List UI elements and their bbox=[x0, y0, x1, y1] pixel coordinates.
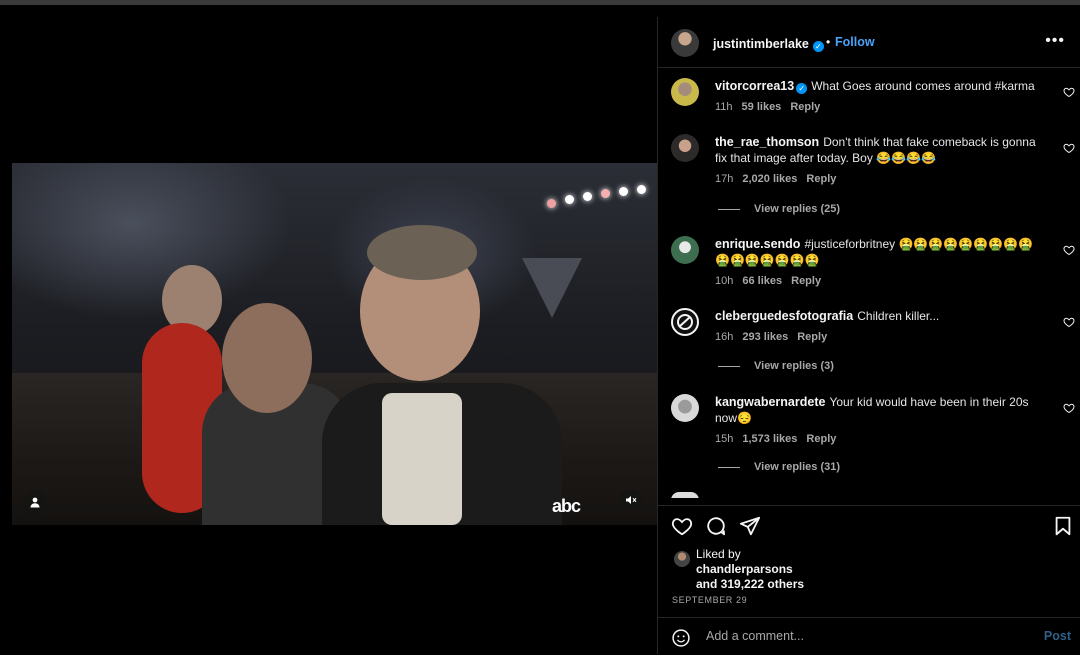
comment-text: What Goes around comes around #karma bbox=[811, 79, 1035, 93]
comment-avatar[interactable] bbox=[671, 308, 699, 336]
reply-button[interactable]: Reply bbox=[790, 101, 820, 113]
emoji-icon[interactable] bbox=[671, 628, 691, 648]
comment-avatar[interactable] bbox=[671, 236, 699, 264]
camera-lens-icon bbox=[677, 314, 693, 330]
comment-username[interactable]: the_rae_thomson bbox=[715, 135, 819, 149]
liked-by-avatar[interactable] bbox=[674, 551, 690, 567]
comment-meta: 10h 66 likes Reply bbox=[715, 273, 1045, 289]
add-comment-input[interactable]: Add a comment... bbox=[706, 629, 804, 643]
video-person-main-hair bbox=[367, 225, 477, 280]
comments-list[interactable]: vitorcorrea13 ✓ What Goes around comes aro… bbox=[658, 68, 1080, 498]
comment-input-bar: Add a comment... Post bbox=[658, 617, 1080, 655]
like-heart-icon[interactable] bbox=[671, 515, 693, 537]
view-replies-label: View replies (3) bbox=[754, 360, 834, 372]
comment-likes[interactable]: 66 likes bbox=[742, 275, 782, 287]
author-avatar[interactable] bbox=[671, 29, 699, 57]
reply-button[interactable]: Reply bbox=[806, 173, 836, 185]
follow-button[interactable]: Follow bbox=[835, 35, 875, 49]
like-comment-heart-icon[interactable] bbox=[1063, 316, 1075, 328]
likes-count[interactable]: and 319,222 others bbox=[696, 577, 804, 591]
verified-badge-icon: ✓ bbox=[796, 83, 808, 94]
more-options-icon[interactable]: ••• bbox=[1045, 32, 1065, 50]
comment-username[interactable]: cleberguedesfotografia bbox=[715, 309, 853, 323]
post-button[interactable]: Post bbox=[1044, 629, 1071, 643]
like-comment-heart-icon[interactable] bbox=[1063, 142, 1075, 154]
author-name-group: justintimberlake ✓ bbox=[713, 35, 824, 53]
video-stage-lights bbox=[547, 185, 657, 215]
comment-likes[interactable]: 59 likes bbox=[742, 101, 782, 113]
comment-time: 15h bbox=[715, 433, 734, 445]
mute-icon[interactable] bbox=[620, 489, 642, 511]
reply-button[interactable]: Reply bbox=[797, 331, 827, 343]
comment-bubble-icon[interactable] bbox=[705, 515, 727, 537]
comment-likes[interactable]: 293 likes bbox=[742, 331, 788, 343]
comment-username[interactable]: kangwabernardete bbox=[715, 395, 825, 409]
comment-username[interactable]: enrique.sendo bbox=[715, 237, 800, 251]
video-player[interactable]: abc bbox=[12, 163, 657, 525]
comment-avatar-partial bbox=[671, 492, 699, 498]
comment-time: 17h bbox=[715, 173, 734, 185]
like-comment-heart-icon[interactable] bbox=[1063, 86, 1075, 98]
comment-time: 16h bbox=[715, 331, 734, 343]
comment-body: enrique.sendo #justiceforbritney 🤮🤮🤮🤮🤮🤮🤮🤮… bbox=[715, 236, 1045, 289]
comment-time: 10h bbox=[715, 275, 734, 287]
comment-meta: 11h 59 likes Reply bbox=[715, 99, 1045, 115]
comment-body: cleberguedesfotografia Children killer...… bbox=[715, 308, 1045, 345]
video-banner bbox=[522, 258, 582, 318]
save-bookmark-icon[interactable] bbox=[1052, 515, 1074, 537]
share-send-icon[interactable] bbox=[739, 515, 761, 537]
view-replies-button[interactable]: View replies (3) bbox=[718, 360, 834, 372]
liked-by-label: Liked by bbox=[696, 547, 741, 561]
comment-avatar[interactable] bbox=[671, 134, 699, 162]
liked-by-user[interactable]: chandlerparsons bbox=[696, 562, 793, 576]
comment-avatar[interactable] bbox=[671, 78, 699, 106]
verified-badge-icon: ✓ bbox=[812, 41, 824, 52]
replies-line bbox=[718, 208, 740, 210]
comment-meta: 16h 293 likes Reply bbox=[715, 329, 1045, 345]
view-replies-button[interactable]: View replies (25) bbox=[718, 203, 840, 215]
comment-meta: 17h 2,020 likes Reply bbox=[715, 171, 1045, 187]
view-replies-label: View replies (31) bbox=[754, 461, 841, 473]
post-side-panel: justintimberlake ✓ • Follow ••• vitorcorr… bbox=[657, 17, 1080, 654]
comment-time: 11h bbox=[715, 101, 733, 113]
video-watermark: abc bbox=[552, 496, 581, 516]
reply-button[interactable]: Reply bbox=[791, 275, 821, 287]
reply-button[interactable]: Reply bbox=[806, 433, 836, 445]
post-actions-bar bbox=[658, 505, 1080, 542]
comment-body: the_rae_thomson Don't think that fake com… bbox=[715, 134, 1045, 187]
comment-text: Children killer... bbox=[857, 309, 940, 323]
comment-username[interactable]: vitorcorrea13 bbox=[715, 79, 794, 93]
header-separator: • bbox=[826, 35, 831, 49]
replies-line bbox=[718, 466, 740, 468]
view-replies-label: View replies (25) bbox=[754, 203, 841, 215]
video-person-main-shirt bbox=[382, 393, 462, 525]
comment-avatar[interactable] bbox=[671, 394, 699, 422]
comment-meta: 15h 1,573 likes Reply bbox=[715, 431, 1045, 447]
video-person-middle-head bbox=[222, 303, 312, 413]
tagged-user-icon[interactable] bbox=[24, 491, 46, 513]
post-header: justintimberlake ✓ • Follow ••• bbox=[658, 17, 1080, 68]
like-comment-heart-icon[interactable] bbox=[1063, 244, 1075, 256]
author-username[interactable]: justintimberlake bbox=[713, 37, 809, 51]
comment-body: kangwabernardete Your kid would have been… bbox=[715, 394, 1045, 447]
comment-body: vitorcorrea13 ✓ What Goes around comes aro… bbox=[715, 78, 1045, 115]
comment-likes[interactable]: 2,020 likes bbox=[742, 173, 797, 185]
post-date: SEPTEMBER 29 bbox=[672, 595, 748, 605]
like-comment-heart-icon[interactable] bbox=[1063, 402, 1075, 414]
likes-text: Liked by chandlerparsons and 319,222 oth… bbox=[696, 547, 804, 592]
view-replies-button[interactable]: View replies (31) bbox=[718, 461, 840, 473]
replies-line bbox=[718, 365, 740, 367]
media-area: abc bbox=[0, 5, 657, 654]
comment-likes[interactable]: 1,573 likes bbox=[742, 433, 797, 445]
